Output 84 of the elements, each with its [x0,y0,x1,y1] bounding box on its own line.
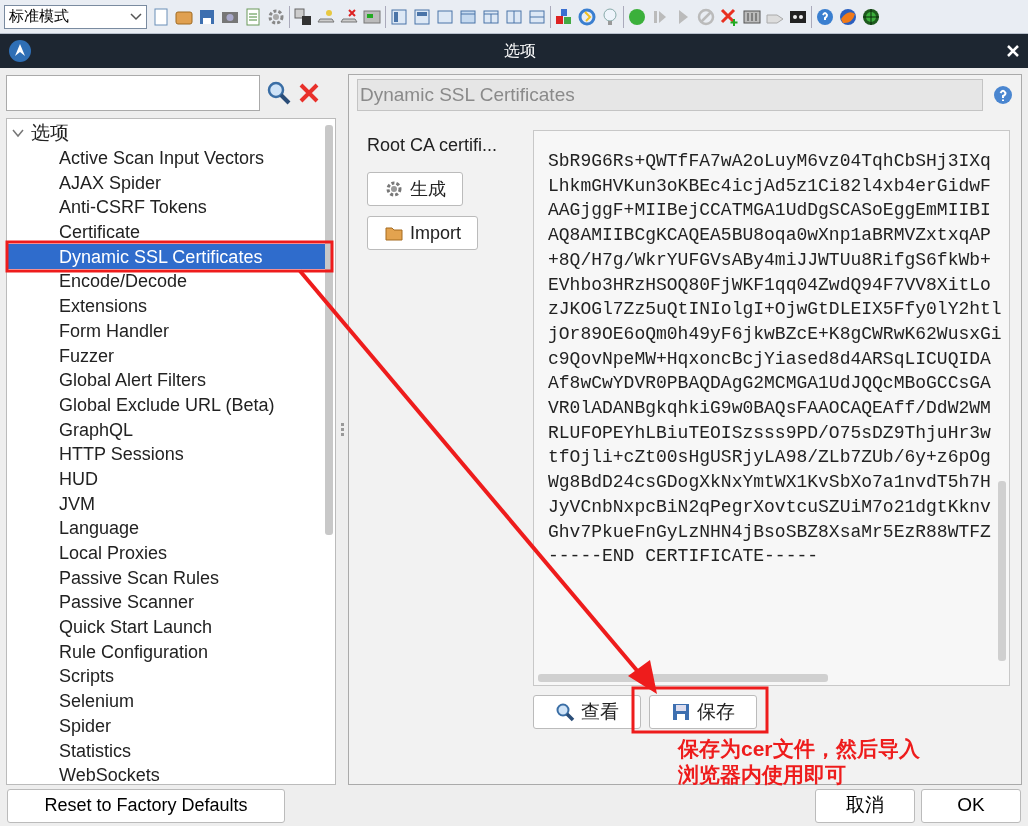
tree-item[interactable]: Global Exclude URL (Beta) [7,392,325,418]
tree-item[interactable]: Form Handler [7,318,325,344]
certificate-line: SbR9G6Rs+QWTfFA7wA2oLuyM6vz04TqhCbSHj3IXq [548,150,992,173]
tree-item[interactable]: Language [7,516,325,541]
mode-select[interactable]: 标准模式 [4,4,147,29]
annotation-text: 保存为cer文件，然后导入 [678,736,920,762]
tree-item[interactable]: Fuzzer [7,343,325,368]
tree-item[interactable]: Dynamic SSL Certificates [7,244,325,270]
scrollbar[interactable] [325,125,333,535]
tree-item[interactable]: 选项 [31,119,69,148]
certificate-line: +8Q/H7g/WkrYUFGVsABy4miJJWTUu8RifgS6fkWb+ [548,248,992,272]
save-button[interactable]: 保存 [649,695,757,729]
certificate-line: -----END CERTIFICATE----- [548,545,820,569]
tree-item[interactable]: GraphQL [7,417,325,442]
ok-button[interactable]: OK [921,788,1021,823]
layout-icon[interactable] [389,6,409,27]
tree-item[interactable]: Spider [7,713,325,739]
mode-select-value: 标准模式 [9,6,69,27]
cancel-button[interactable]: 取消 [815,788,915,823]
tree-item[interactable]: JVM [7,491,325,516]
stop-icon[interactable] [696,6,716,27]
tree-item[interactable]: Encode/Decode [7,269,325,294]
certificate-line: zJKOGl7Zz5uQtINIolgI+OjwGtDLEIX5Ffy0lY2htl [548,298,1003,322]
search-field[interactable] [6,75,260,111]
tree-item[interactable]: Selenium [7,688,325,714]
tree-item[interactable]: HTTP Sessions [7,441,325,467]
lightbulb-icon[interactable] [600,6,620,27]
tree-item[interactable]: Statistics [7,738,325,763]
app-icon [8,39,32,63]
import-button[interactable]: Import [367,216,478,250]
certificate-line: Af8wCwYDVR0PBAQDAgG2MCMGA1UdJQQcMBoGCCsGA [548,372,992,396]
help-icon[interactable] [993,85,1013,105]
root-ca-label: Root CA certifi... [367,134,499,157]
close-icon[interactable] [1006,44,1020,58]
tree-item[interactable]: Extensions [7,293,325,319]
scrollbar[interactable] [538,674,828,682]
tree-item[interactable]: Quick Start Launch [7,614,325,640]
certificate-line: EVhbo3HRzHSOQ80FjWKF1qq04ZwdQ94F7VV8XitLo [548,273,992,297]
generate-button[interactable]: 生成 [367,172,463,206]
certificate-line: Ghv7PkueFnGyLzNHN4jBsoSBZ8XsaMr5EzR88WTFZ [548,520,992,544]
clear-icon[interactable] [298,82,320,104]
help-icon[interactable] [815,6,835,27]
document-icon[interactable] [151,6,171,27]
view-button[interactable]: 查看 [533,695,641,729]
certificate-line: jOr89OE6oQm0h49yF6jkwBZcE+K8gCWRwK62WusxGi [548,322,1003,346]
windows-icon[interactable] [293,6,313,27]
certificate-line: tfOjli+cZt00sHgUSRjyLA98/ZLb7ZUb/6y+z6pOg [548,446,992,470]
crosshair-icon[interactable] [861,6,881,27]
tree-item[interactable]: Certificate [7,219,325,245]
window-title: 选项 [503,41,537,61]
certificate-line: JyVCnbNxpcBiN2qPegrXovtcuSZUiM7o21dgtKknv [548,495,992,519]
certificate-line: LhkmGHVKun3oKBEc4icjAd5z1Ci82l4xb4erGidwF [548,174,992,198]
circle-icon[interactable] [627,6,647,27]
dropdown-caret-icon [130,12,142,21]
layout-icon[interactable] [412,6,432,27]
magnifier-icon [555,702,575,722]
reset-button[interactable]: Reset to Factory Defaults [7,788,285,823]
certificate-line: Wg8BdD24csGDogXkNxYmtWX1KvSbXo7a1nvdT5h7H [548,471,992,495]
tree-item[interactable]: Passive Scan Rules [7,565,325,591]
certificate-text-area[interactable] [533,130,1010,686]
certificate-line: AAGjggF+MIIBejCCATMGA1UdDgSCASoEggEmMIIBI [548,199,992,223]
tree-item[interactable]: AJAX Spider [7,170,325,196]
tree-item[interactable]: Rule Configuration [7,639,325,665]
globe-icon[interactable] [838,6,858,27]
annotation-text: 浏览器内使用即可 [678,762,847,788]
scrollbar[interactable] [998,481,1006,661]
spreadsheet-icon[interactable] [243,6,263,27]
tree-item[interactable]: Local Proxies [7,540,325,566]
certificate-line: RLUFOPEYhLBiuTEOISzsss9PD/O75sDZ9ThjuHr3w [548,421,992,445]
certificate-line: AQ8AMIIBCgKCAQEA5BU8oqa0wXnp1aBRMVZxtxqAP [548,224,992,248]
tree-item[interactable]: Passive Scanner [7,590,325,615]
tree-item[interactable]: Global Alert Filters [7,367,325,393]
tree-item[interactable]: WebSockets [7,762,325,788]
cross-plus-icon[interactable] [719,6,739,27]
certificate-line: VR0lADANBgkqhkiG9w0BAQsFAAOCAQEAff/DdW2WM [548,397,992,421]
tree-item[interactable]: HUD [7,466,325,492]
gear-icon [384,179,404,199]
tree-item[interactable]: Anti-CSRF Tokens [7,195,325,220]
panel-title-field: Dynamic SSL Certificates [357,79,983,111]
blocks-icon[interactable] [554,6,574,27]
certificate-line: c9QovNpeMW+HqxoncBcjYiased8d4ARSqLICUQIDA [548,347,992,371]
search-icon[interactable] [266,80,292,106]
tree-item[interactable]: Active Scan Input Vectors [7,145,325,171]
tree-item[interactable]: Scripts [7,664,325,689]
